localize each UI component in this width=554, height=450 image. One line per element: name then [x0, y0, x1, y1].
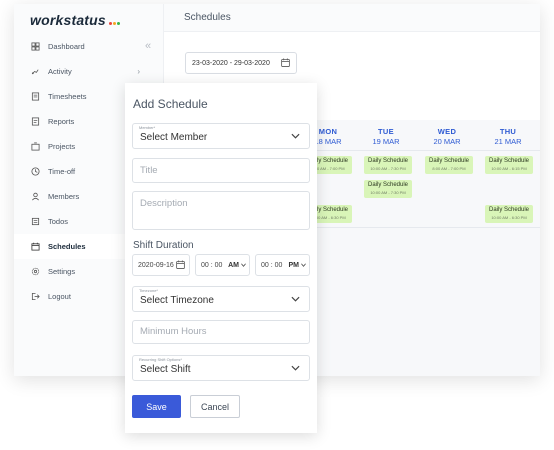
recurring-label: Recurring Shift Options* [139, 357, 182, 362]
shift-title: Daily Schedule [488, 158, 530, 164]
sidebar-item-activity[interactable]: Activity › [14, 59, 164, 84]
projects-icon [30, 142, 40, 152]
page-header: Schedules [164, 4, 540, 32]
day-date: 21 MAR [494, 137, 522, 146]
page-title: Schedules [184, 12, 231, 23]
logo-dot [116, 22, 120, 25]
shift-card[interactable]: Daily Schedule 10:00 AM - 7:30 PM [364, 156, 412, 174]
minimum-hours-input[interactable]: Minimum Hours [132, 320, 310, 344]
gear-icon [30, 267, 40, 277]
minimum-hours-placeholder: Minimum Hours [140, 326, 207, 337]
end-ampm[interactable]: PM [289, 262, 300, 269]
chevron-right-icon: › [137, 67, 140, 76]
logo-dot [108, 22, 112, 25]
start-ampm[interactable]: AM [228, 262, 239, 269]
sidebar-item-label: Timesheets [48, 92, 87, 101]
logo-dots [108, 12, 120, 28]
app-logo[interactable]: workstatus [30, 12, 120, 28]
calendar-icon [281, 58, 290, 67]
sidebar-item-label: Schedules [48, 242, 86, 251]
member-label: Member* [139, 125, 156, 130]
reports-icon [30, 117, 40, 127]
date-range-value: 23-03-2020 - 29-03-2020 [192, 59, 270, 67]
row-divider [310, 227, 540, 228]
add-schedule-modal: Add Schedule Member* Select Member Title… [125, 83, 317, 433]
calendar-icon [30, 242, 40, 252]
shift-time: 10:00 AM - 7:30 PM [370, 166, 406, 171]
shift-card[interactable]: Daily Schedule 8:00 AM - 7:00 PM [425, 156, 473, 174]
user-icon [30, 192, 40, 202]
sidebar-item-label: Todos [48, 217, 69, 226]
shift-duration-label: Shift Duration [133, 240, 194, 251]
shift-title: Daily Schedule [367, 158, 409, 164]
day-header-tue: TUE 19 MAR [356, 127, 416, 146]
clock-icon [30, 167, 40, 177]
shift-title: Daily Schedule [488, 207, 530, 213]
day-date: 20 MAR [433, 137, 461, 146]
caret-down-icon [241, 263, 246, 267]
timesheet-icon [30, 92, 40, 102]
shift-card[interactable]: Daily Schedule 10:00 AM - 6:30 PM [485, 205, 533, 223]
row-divider [310, 150, 540, 151]
title-input[interactable]: Title [132, 158, 310, 183]
logo-text: workstatus [30, 12, 106, 28]
sidebar-item-label: Time-off [48, 167, 76, 176]
description-placeholder: Description [140, 198, 188, 209]
chevron-down-icon [291, 133, 300, 139]
shift-card[interactable]: Daily Schedule 10:00 AM - 6:15 PM [485, 156, 533, 174]
sidebar-item-label: Dashboard [48, 42, 85, 51]
shift-date-input[interactable]: 2020-09-16 [132, 254, 190, 276]
caret-down-icon [301, 263, 306, 267]
sidebar-item-label: Members [48, 192, 80, 201]
sidebar-item-label: Activity [48, 67, 72, 76]
end-time-value: 00 : 00 [261, 261, 283, 269]
save-button[interactable]: Save [132, 395, 181, 418]
modal-title: Add Schedule [133, 97, 208, 111]
dashboard-icon [30, 42, 40, 52]
activity-icon [30, 67, 40, 77]
shift-title: Daily Schedule [367, 182, 409, 188]
start-time-value: 00 : 00 [201, 261, 223, 269]
end-time-input[interactable]: 00 : 00 PM [255, 254, 310, 276]
description-textarea[interactable]: Description [132, 191, 310, 230]
day-date: 19 MAR [372, 137, 400, 146]
day-header-wed: WED 20 MAR [417, 127, 477, 146]
member-value: Select Member [140, 132, 208, 143]
member-select[interactable]: Member* Select Member [132, 123, 310, 149]
day-name: WED [437, 127, 457, 136]
recurring-value: Select Shift [140, 364, 191, 375]
cancel-button[interactable]: Cancel [190, 395, 240, 418]
timezone-value: Select Timezone [140, 295, 214, 306]
shift-time: 8:00 AM - 7:00 PM [432, 166, 466, 171]
timezone-label: Timezone* [139, 288, 158, 293]
shift-title: Daily Schedule [428, 158, 470, 164]
title-placeholder: Title [140, 165, 158, 176]
chevron-down-icon [291, 365, 300, 371]
date-range-picker[interactable]: 23-03-2020 - 29-03-2020 [185, 52, 297, 74]
shift-time: 10:00 AM - 7:30 PM [370, 190, 406, 195]
day-header-thu: THU 21 MAR [478, 127, 538, 146]
sidebar-item-label: Settings [48, 267, 76, 276]
day-name: TUE [378, 127, 394, 136]
sidebar-item-label: Projects [48, 142, 76, 151]
shift-card[interactable]: Daily Schedule 10:00 AM - 7:30 PM [364, 180, 412, 198]
day-name: THU [499, 127, 517, 136]
sidebar-item-label: Logout [48, 292, 71, 301]
start-time-input[interactable]: 00 : 00 AM [195, 254, 250, 276]
chevron-down-icon [291, 296, 300, 302]
logo-dot [112, 22, 116, 25]
logout-icon [30, 292, 40, 302]
shift-date-value: 2020-09-16 [138, 261, 174, 269]
shift-time: 10:00 AM - 6:15 PM [491, 166, 527, 171]
sidebar-item-label: Reports [48, 117, 75, 126]
calendar-icon [176, 260, 185, 269]
shift-time: 10:00 AM - 6:30 PM [491, 215, 527, 220]
sidebar-item-dashboard[interactable]: Dashboard [14, 34, 164, 59]
todo-icon [30, 217, 40, 227]
timezone-select[interactable]: Timezone* Select Timezone [132, 286, 310, 312]
recurring-shift-select[interactable]: Recurring Shift Options* Select Shift [132, 355, 310, 381]
